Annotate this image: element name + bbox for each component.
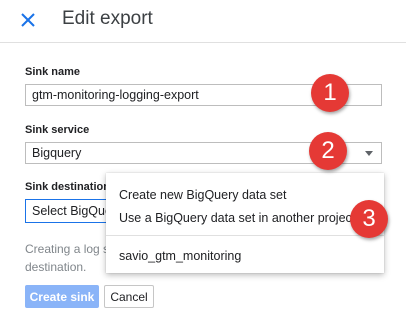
create-sink-button[interactable]: Create sink xyxy=(25,285,99,308)
menu-item-savio-gtm-monitoring[interactable]: savio_gtm_monitoring xyxy=(119,249,241,263)
sink-service-label: Sink service xyxy=(25,124,90,136)
helper-text-line: Creating a log sink xyxy=(25,242,115,256)
destination-dropdown-menu: Create new BigQuery data set Use a BigQu… xyxy=(106,173,384,273)
annotation-badge-2: 2 xyxy=(309,132,347,170)
menu-item-other-project-dataset[interactable]: Use a BigQuery data set in another proje… xyxy=(119,211,355,225)
dropdown-arrow-icon xyxy=(365,151,373,156)
annotation-badge-3: 3 xyxy=(350,200,388,238)
cancel-button[interactable]: Cancel xyxy=(104,285,154,308)
annotation-badge-1: 1 xyxy=(311,74,349,112)
page-title: Edit export xyxy=(62,8,153,29)
sink-destination-select[interactable]: Select BigQuery data set xyxy=(25,199,115,223)
menu-divider xyxy=(106,235,384,236)
sink-name-label: Sink name xyxy=(25,66,81,78)
sink-destination-label: Sink destination xyxy=(25,181,110,193)
menu-item-create-dataset[interactable]: Create new BigQuery data set xyxy=(119,188,286,202)
close-icon[interactable] xyxy=(19,11,37,29)
helper-text: Creating a log sink destination. xyxy=(25,240,115,276)
helper-text-line: destination. xyxy=(25,260,87,274)
sink-service-value: Bigquery xyxy=(32,146,82,160)
dialog-header: Edit export xyxy=(0,0,406,43)
